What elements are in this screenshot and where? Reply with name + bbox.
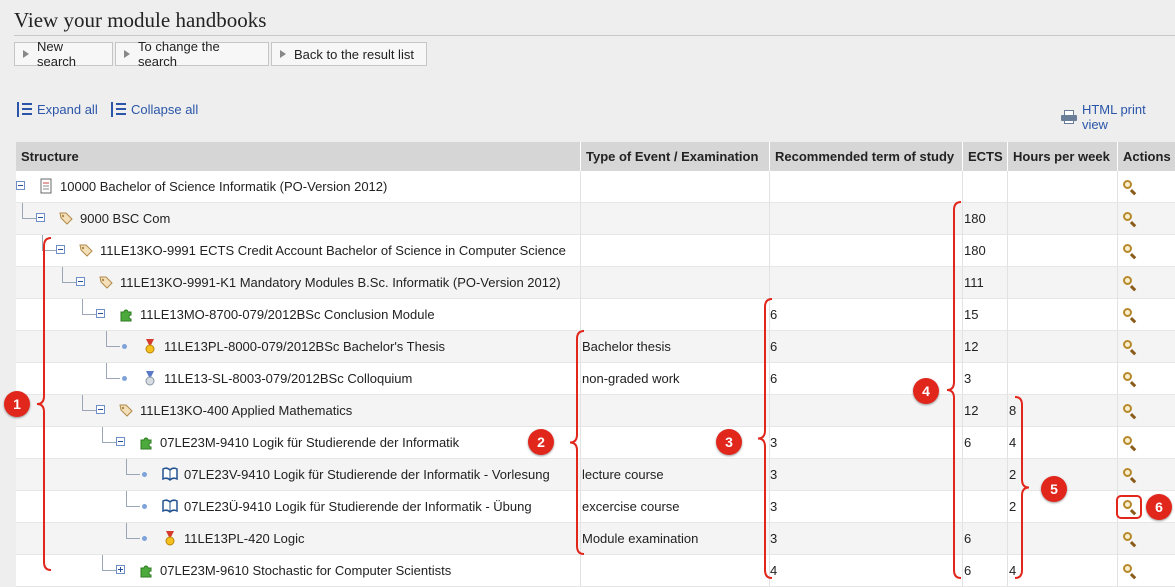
annotation-bracket-5	[1014, 396, 1030, 579]
annotation-bracket-1	[36, 237, 52, 571]
annotation-badge: 6	[1146, 494, 1172, 520]
annotation-badge: 4	[913, 378, 939, 404]
annotation-badge: 1	[4, 391, 30, 417]
annotation-badge: 2	[528, 429, 554, 455]
annotation-bracket-3	[757, 298, 773, 579]
annotation-badge: 3	[716, 429, 742, 455]
annotation-bracket-2	[569, 330, 585, 555]
annotation-badge: 5	[1041, 476, 1067, 502]
annotation-overlay	[36, 201, 1142, 579]
annotation-highlight-6	[1116, 495, 1142, 519]
annotation-bracket-4	[946, 201, 962, 579]
